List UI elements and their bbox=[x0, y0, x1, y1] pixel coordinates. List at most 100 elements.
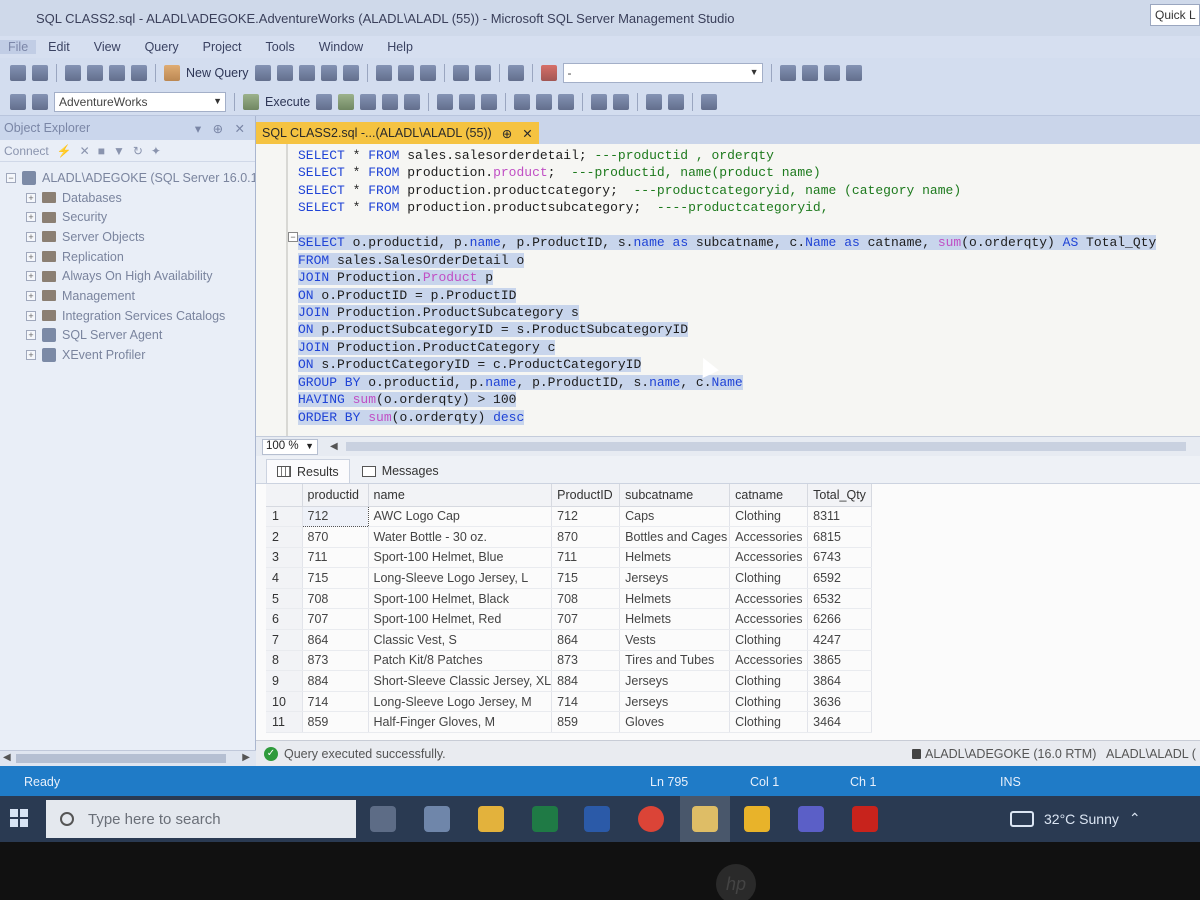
table-cell[interactable]: Sport-100 Helmet, Black bbox=[368, 588, 553, 610]
tree-node-always-on[interactable]: + Always On High Availability bbox=[0, 266, 255, 286]
open-file-icon[interactable] bbox=[87, 65, 103, 81]
table-cell[interactable]: Accessories bbox=[729, 608, 809, 631]
expand-icon[interactable]: + bbox=[26, 290, 36, 301]
collapse-region-icon[interactable]: − bbox=[288, 232, 298, 242]
toolbox-icon[interactable] bbox=[823, 65, 840, 81]
row-number-cell[interactable]: 9 bbox=[266, 670, 303, 692]
expand-icon[interactable]: + bbox=[26, 192, 36, 203]
table-row[interactable]: 4 715 Long-Sleeve Logo Jersey, L 715 Jerseys… bbox=[266, 567, 873, 589]
connect-icon[interactable]: ⚡ bbox=[57, 144, 72, 158]
collapse-icon[interactable]: − bbox=[6, 172, 16, 183]
save-all-icon[interactable] bbox=[131, 65, 147, 81]
weather-icon[interactable] bbox=[1010, 810, 1034, 827]
table-cell[interactable]: 708 bbox=[302, 588, 369, 610]
stop-icon[interactable]: ■ bbox=[98, 144, 105, 158]
menu-view[interactable]: View bbox=[82, 40, 133, 54]
comment-icon[interactable] bbox=[591, 93, 608, 110]
code-line[interactable]: JOIN Production.ProductCategory c bbox=[298, 339, 1156, 356]
table-cell[interactable]: 870 bbox=[551, 526, 621, 548]
table-cell[interactable]: 714 bbox=[551, 691, 621, 713]
code-line[interactable] bbox=[298, 217, 1156, 234]
connect-icon[interactable] bbox=[10, 93, 26, 110]
table-cell[interactable]: 6743 bbox=[807, 547, 873, 569]
code-line[interactable]: SELECT * FROM sales.salesorderdetail; --… bbox=[298, 147, 1156, 164]
change-connection-icon[interactable] bbox=[32, 93, 48, 110]
new-query-icon[interactable] bbox=[164, 65, 180, 81]
table-row[interactable]: 2 870 Water Bottle - 30 oz. 870 Bottles and … bbox=[266, 526, 873, 548]
task-view-icon[interactable] bbox=[370, 806, 396, 832]
expand-icon[interactable]: + bbox=[26, 251, 36, 262]
table-cell[interactable]: Half-Finger Gloves, M bbox=[368, 711, 553, 734]
specify-values-icon[interactable] bbox=[701, 93, 718, 110]
table-cell[interactable]: 859 bbox=[551, 711, 621, 734]
menu-window[interactable]: Window bbox=[307, 40, 375, 54]
disconnect-icon[interactable]: ✕ bbox=[80, 144, 90, 158]
tree-node-server-objects[interactable]: + Server Objects bbox=[0, 227, 255, 247]
tree-node-sql-server-agent[interactable]: + SQL Server Agent bbox=[0, 326, 255, 346]
object-explorer-scrollbar[interactable]: ◀ ▶ bbox=[0, 750, 256, 766]
row-number-cell[interactable]: 2 bbox=[266, 526, 303, 548]
table-cell[interactable]: 870 bbox=[302, 526, 369, 548]
table-cell[interactable]: Long-Sleeve Logo Jersey, M bbox=[368, 691, 553, 713]
code-line[interactable]: ON o.ProductID = p.ProductID bbox=[298, 287, 1156, 304]
menu-edit[interactable]: Edit bbox=[36, 40, 82, 54]
table-cell[interactable]: 6592 bbox=[807, 567, 873, 589]
live-statistics-icon[interactable] bbox=[459, 93, 476, 110]
column-header[interactable]: ProductID bbox=[551, 484, 621, 507]
table-cell[interactable]: 6532 bbox=[807, 588, 873, 610]
table-cell[interactable]: 707 bbox=[302, 608, 369, 631]
table-cell[interactable]: 884 bbox=[302, 670, 369, 692]
code-line[interactable]: ON p.ProductSubcategoryID = s.ProductSub… bbox=[298, 321, 1156, 338]
tab-sql-class2[interactable]: SQL CLASS2.sql -...(ALADL\ALADL (55)) ⊕ … bbox=[256, 122, 539, 144]
solution-config-icon[interactable] bbox=[540, 65, 557, 81]
mail-icon[interactable] bbox=[424, 806, 450, 832]
table-cell[interactable]: Jerseys bbox=[619, 670, 731, 692]
expand-icon[interactable]: + bbox=[26, 350, 36, 361]
table-cell[interactable]: Jerseys bbox=[619, 691, 731, 713]
save-icon[interactable] bbox=[109, 65, 125, 81]
results-grid[interactable]: productid name ProductID subcatname catn… bbox=[256, 484, 1200, 740]
code-line[interactable]: SELECT * FROM production.product; ---pro… bbox=[298, 164, 1156, 181]
column-header[interactable]: Total_Qty bbox=[807, 484, 873, 507]
code-line[interactable]: SELECT o.productid, p.name, p.ProductID,… bbox=[298, 234, 1157, 251]
solution-configuration-combo[interactable]: - ▼ bbox=[562, 63, 763, 83]
scrollbar-thumb[interactable] bbox=[16, 754, 226, 763]
table-cell[interactable]: 4247 bbox=[807, 629, 873, 651]
table-row[interactable]: 6 707 Sport-100 Helmet, Red 707 Helmets Acces… bbox=[266, 608, 873, 631]
row-number-cell[interactable]: 7 bbox=[266, 629, 303, 651]
scroll-left-icon[interactable]: ◀ bbox=[3, 752, 11, 763]
row-number-cell[interactable]: 5 bbox=[266, 588, 303, 610]
table-row[interactable]: 11 859 Half-Finger Gloves, M 859 Gloves Cloth… bbox=[266, 711, 873, 734]
table-cell[interactable]: 715 bbox=[302, 567, 369, 589]
intellisense-icon[interactable] bbox=[404, 93, 421, 110]
table-cell[interactable]: Classic Vest, S bbox=[368, 629, 553, 651]
expand-icon[interactable]: + bbox=[26, 330, 36, 341]
table-cell[interactable]: 3865 bbox=[807, 650, 873, 672]
execute-button[interactable]: Execute bbox=[265, 95, 310, 109]
table-cell[interactable]: 714 bbox=[302, 691, 369, 713]
include-plan-icon[interactable] bbox=[437, 93, 454, 110]
table-cell[interactable]: Tires and Tubes bbox=[619, 650, 731, 672]
row-number-cell[interactable]: 1 bbox=[266, 506, 303, 528]
table-cell[interactable]: Vests bbox=[619, 629, 731, 651]
table-cell[interactable]: 859 bbox=[302, 711, 369, 734]
menu-project[interactable]: Project bbox=[191, 40, 254, 54]
database-engine-query-icon[interactable] bbox=[254, 65, 271, 81]
table-cell[interactable]: Accessories bbox=[729, 547, 809, 569]
table-cell[interactable]: 864 bbox=[302, 629, 369, 651]
results-to-file-icon[interactable] bbox=[558, 93, 575, 110]
quick-launch-input[interactable]: Quick L bbox=[1150, 4, 1200, 26]
dax-query-icon[interactable] bbox=[342, 65, 359, 81]
table-cell[interactable]: Sport-100 Helmet, Blue bbox=[368, 547, 553, 569]
pin-icon[interactable]: ⊕ bbox=[502, 126, 512, 141]
table-cell[interactable]: Clothing bbox=[729, 629, 809, 651]
table-cell[interactable]: Jerseys bbox=[619, 567, 731, 589]
close-icon[interactable]: ✕ bbox=[522, 126, 532, 141]
code-line[interactable]: JOIN Production.ProductSubcategory s bbox=[298, 304, 1156, 321]
table-cell[interactable]: Clothing bbox=[729, 691, 809, 713]
table-cell[interactable]: Sport-100 Helmet, Red bbox=[368, 608, 553, 631]
refresh-icon[interactable]: ↻ bbox=[133, 144, 143, 158]
new-project-icon[interactable] bbox=[65, 65, 81, 81]
query-editor[interactable]: − SELECT * FROM sales.salesorderdetail; … bbox=[256, 144, 1200, 436]
expand-icon[interactable]: + bbox=[26, 271, 36, 282]
